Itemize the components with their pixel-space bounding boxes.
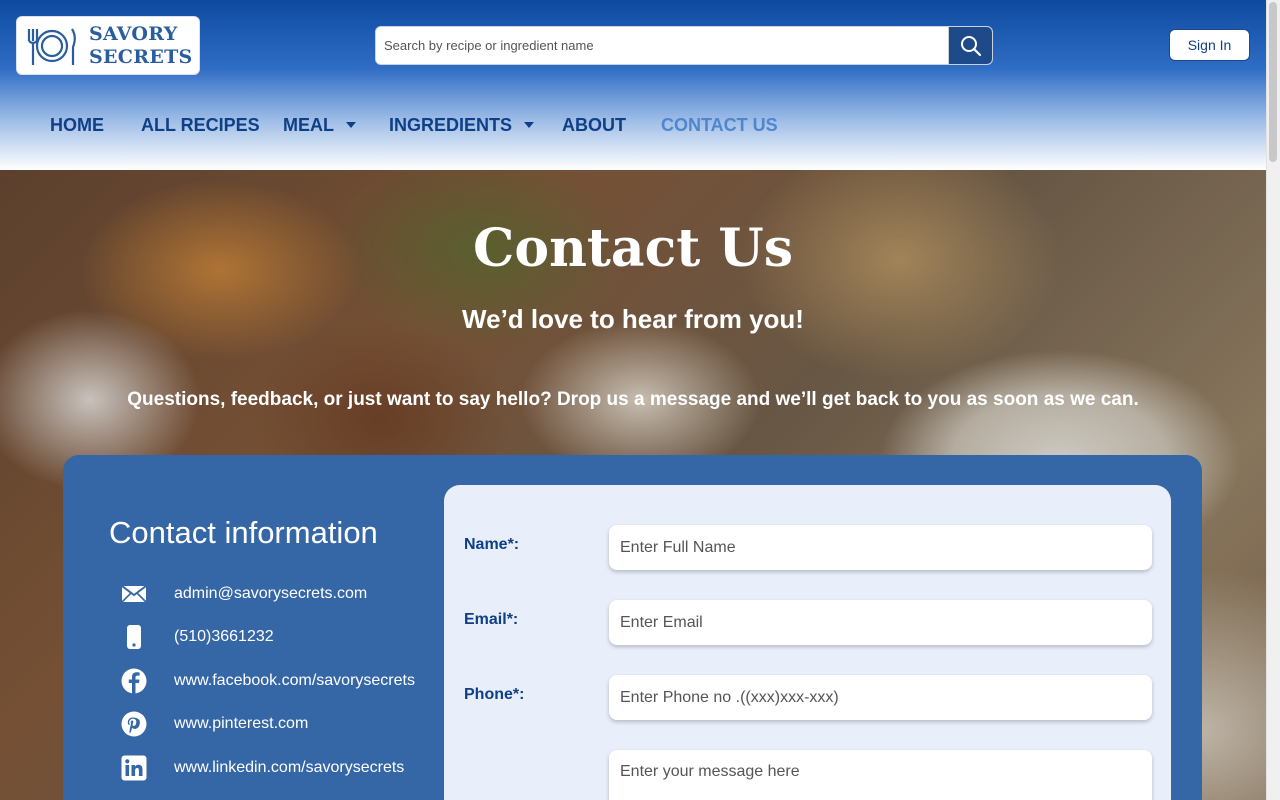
phone-icon	[121, 624, 147, 650]
page-scrollbar[interactable]	[1266, 0, 1280, 800]
linkedin-icon	[121, 755, 147, 781]
contact-form: Name*: Email*: Phone*:	[444, 485, 1171, 800]
page-subtitle: We’d love to hear from you!	[462, 304, 804, 334]
nav-meal[interactable]: MEAL	[283, 108, 356, 142]
scrollbar-thumb[interactable]	[1269, 2, 1277, 162]
facebook-icon	[121, 668, 147, 694]
contact-linkedin-row[interactable]: www.linkedin.com/savorysecrets	[121, 755, 404, 781]
search-bar	[375, 26, 993, 65]
phone-field[interactable]	[609, 675, 1152, 720]
site-header: SAVORY SECRETS Sign In HOME ALL RECIPES …	[0, 0, 1266, 170]
contact-linkedin-text: www.linkedin.com/savorysecrets	[174, 759, 405, 776]
contact-facebook-row[interactable]: www.facebook.com/savorysecrets	[121, 668, 415, 694]
contact-phone-row[interactable]: (510)3661232	[121, 624, 274, 650]
contact-email-row[interactable]: admin@savorysecrets.com	[121, 581, 367, 607]
page-title: Contact Us	[473, 218, 793, 279]
contact-panel: Contact information admin@savorysecrets.…	[63, 455, 1202, 800]
site-logo[interactable]: SAVORY SECRETS	[16, 16, 200, 75]
contact-email-text: admin@savorysecrets.com	[174, 585, 368, 602]
sign-in-button[interactable]: Sign In	[1169, 29, 1250, 61]
brand-line-2: SECRETS	[89, 45, 193, 68]
plate-utensils-icon	[27, 27, 76, 65]
contact-phone-text: (510)3661232	[174, 628, 274, 645]
contact-pinterest-row[interactable]: www.pinterest.com	[121, 711, 308, 737]
nav-about[interactable]: ABOUT	[562, 108, 626, 142]
email-icon	[121, 581, 147, 607]
nav-contact-us[interactable]: CONTACT US	[661, 108, 778, 142]
name-field[interactable]	[609, 525, 1152, 570]
nav-meal-label: MEAL	[283, 114, 334, 135]
brand-line-1: SAVORY	[89, 22, 178, 45]
caret-down-icon	[346, 122, 356, 128]
contact-info-title: Contact information	[109, 515, 378, 550]
nav-ingredients[interactable]: INGREDIENTS	[389, 108, 535, 142]
pinterest-icon	[121, 711, 147, 737]
search-icon	[960, 35, 981, 56]
email-label: Email*:	[464, 611, 519, 628]
message-field[interactable]	[609, 750, 1152, 800]
nav-all-recipes[interactable]: ALL RECIPES	[141, 108, 260, 142]
contact-facebook-text: www.facebook.com/savorysecrets	[174, 672, 415, 689]
caret-down-icon	[524, 122, 535, 128]
name-label: Name*:	[464, 536, 520, 553]
page-description: Questions, feedback, or just want to say…	[127, 389, 1139, 410]
search-button[interactable]	[948, 27, 992, 64]
phone-label: Phone*:	[464, 686, 525, 703]
nav-ingredients-label: INGREDIENTS	[389, 114, 513, 135]
hero-section: Contact Us We’d love to hear from you! Q…	[0, 170, 1266, 800]
nav-home[interactable]: HOME	[50, 108, 104, 142]
brand-name: SAVORY SECRETS	[89, 23, 193, 69]
contact-pinterest-text: www.pinterest.com	[174, 715, 309, 732]
search-input[interactable]	[376, 27, 948, 64]
email-field[interactable]	[609, 600, 1152, 645]
